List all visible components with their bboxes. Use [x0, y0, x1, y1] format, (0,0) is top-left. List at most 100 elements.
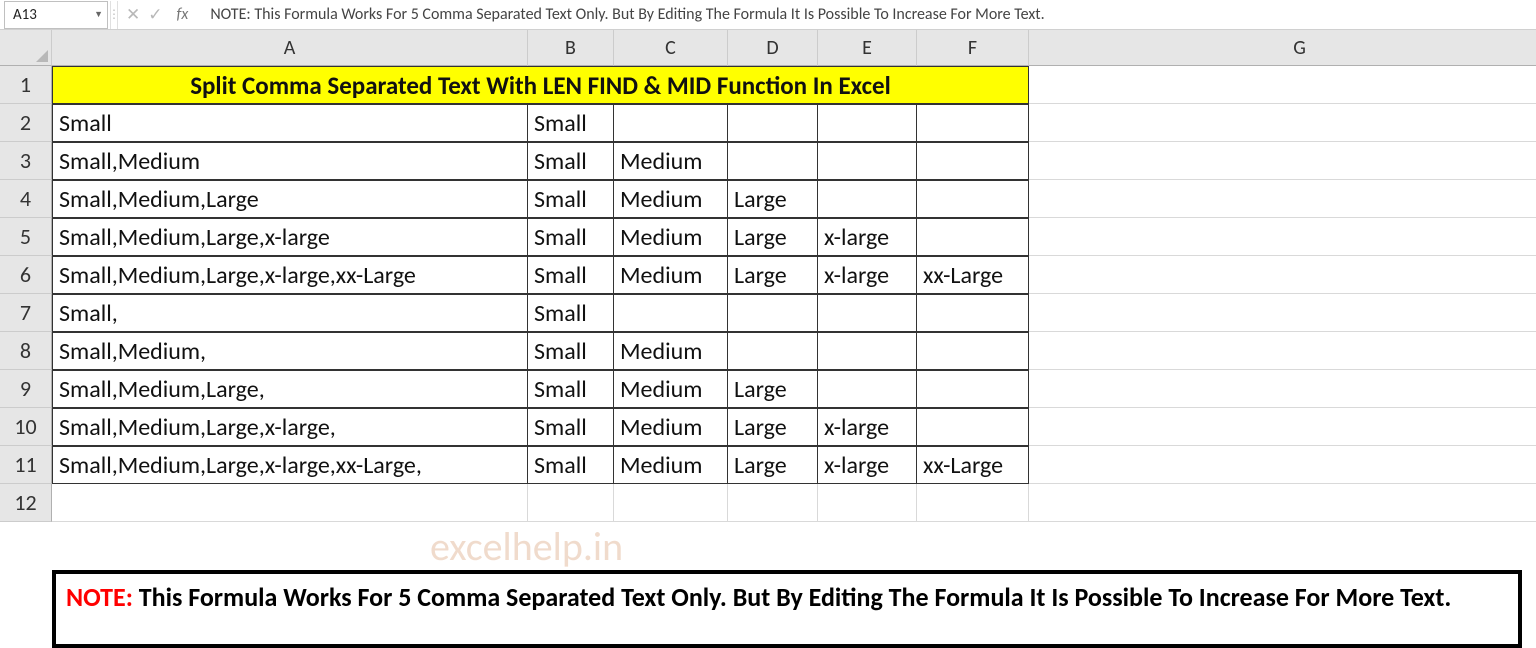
cell-B11[interactable]: Small	[528, 446, 614, 484]
col-header-A[interactable]: A	[52, 30, 528, 66]
cell-B7[interactable]: Small	[528, 294, 614, 332]
cell-F6[interactable]: xx-Large	[917, 256, 1029, 294]
cell-E3[interactable]	[818, 142, 917, 180]
cell-D3[interactable]	[728, 142, 818, 180]
cell-E6[interactable]: x-large	[818, 256, 917, 294]
cell-G6[interactable]	[1029, 256, 1536, 294]
cell-D2[interactable]	[728, 104, 818, 142]
cell-B12[interactable]	[528, 484, 614, 522]
cell-A4[interactable]: Small,Medium,Large	[52, 180, 528, 218]
cell-F4[interactable]	[917, 180, 1029, 218]
enter-icon[interactable]: ✓	[148, 4, 162, 25]
cell-B3[interactable]: Small	[528, 142, 614, 180]
cell-C3[interactable]: Medium	[614, 142, 728, 180]
cell-C4[interactable]: Medium	[614, 180, 728, 218]
cell-D8[interactable]	[728, 332, 818, 370]
cell-F5[interactable]	[917, 218, 1029, 256]
cell-E8[interactable]	[818, 332, 917, 370]
cell-G11[interactable]	[1029, 446, 1536, 484]
cell-G9[interactable]	[1029, 370, 1536, 408]
col-header-F[interactable]: F	[917, 30, 1029, 66]
cell-A9[interactable]: Small,Medium,Large,	[52, 370, 528, 408]
col-header-D[interactable]: D	[728, 30, 818, 66]
col-header-B[interactable]: B	[528, 30, 614, 66]
cell-C5[interactable]: Medium	[614, 218, 728, 256]
cell-F7[interactable]	[917, 294, 1029, 332]
col-header-C[interactable]: C	[614, 30, 728, 66]
row-header-6[interactable]: 6	[0, 256, 52, 294]
note-box[interactable]: NOTE: This Formula Works For 5 Comma Sep…	[52, 570, 1522, 648]
cancel-icon[interactable]: ✕	[126, 4, 140, 25]
name-box-dropdown-icon[interactable]: ▼	[94, 9, 103, 20]
row-header-9[interactable]: 9	[0, 370, 52, 408]
cell-A11[interactable]: Small,Medium,Large,x-large,xx-Large,	[52, 446, 528, 484]
cell-G1[interactable]	[1029, 66, 1536, 104]
cell-G8[interactable]	[1029, 332, 1536, 370]
cell-A2[interactable]: Small	[52, 104, 528, 142]
col-header-E[interactable]: E	[818, 30, 917, 66]
select-all-corner[interactable]	[0, 30, 52, 66]
row-header-8[interactable]: 8	[0, 332, 52, 370]
cell-D9[interactable]: Large	[728, 370, 818, 408]
cell-E10[interactable]: x-large	[818, 408, 917, 446]
cell-F11[interactable]: xx-Large	[917, 446, 1029, 484]
cell-G12[interactable]	[1029, 484, 1536, 522]
row-header-5[interactable]: 5	[0, 218, 52, 256]
cell-F12[interactable]	[917, 484, 1029, 522]
row-header-1[interactable]: 1	[0, 66, 52, 104]
cell-G2[interactable]	[1029, 104, 1536, 142]
cell-C11[interactable]: Medium	[614, 446, 728, 484]
cell-C2[interactable]	[614, 104, 728, 142]
cell-C12[interactable]	[614, 484, 728, 522]
cell-E2[interactable]	[818, 104, 917, 142]
cell-A5[interactable]: Small,Medium,Large,x-large	[52, 218, 528, 256]
cell-A3[interactable]: Small,Medium	[52, 142, 528, 180]
cell-G7[interactable]	[1029, 294, 1536, 332]
cell-B2[interactable]: Small	[528, 104, 614, 142]
cell-B4[interactable]: Small	[528, 180, 614, 218]
cell-D5[interactable]: Large	[728, 218, 818, 256]
col-header-G[interactable]: G	[1029, 30, 1536, 66]
cell-B9[interactable]: Small	[528, 370, 614, 408]
row-header-11[interactable]: 11	[0, 446, 52, 484]
cell-B6[interactable]: Small	[528, 256, 614, 294]
cell-C9[interactable]: Medium	[614, 370, 728, 408]
cell-C8[interactable]: Medium	[614, 332, 728, 370]
cell-G4[interactable]	[1029, 180, 1536, 218]
cell-D11[interactable]: Large	[728, 446, 818, 484]
cell-E12[interactable]	[818, 484, 917, 522]
row-header-2[interactable]: 2	[0, 104, 52, 142]
cell-F10[interactable]	[917, 408, 1029, 446]
cell-C6[interactable]: Medium	[614, 256, 728, 294]
cell-E7[interactable]	[818, 294, 917, 332]
cell-D10[interactable]: Large	[728, 408, 818, 446]
row-header-3[interactable]: 3	[0, 142, 52, 180]
cell-E9[interactable]	[818, 370, 917, 408]
cell-D6[interactable]: Large	[728, 256, 818, 294]
cell-C10[interactable]: Medium	[614, 408, 728, 446]
fx-icon[interactable]: fx	[171, 5, 195, 24]
cell-A12[interactable]	[52, 484, 528, 522]
row-header-4[interactable]: 4	[0, 180, 52, 218]
cell-E4[interactable]	[818, 180, 917, 218]
cell-B8[interactable]: Small	[528, 332, 614, 370]
cell-A1-F1-title[interactable]: Split Comma Separated Text With LEN FIND…	[52, 66, 1029, 104]
cell-F9[interactable]	[917, 370, 1029, 408]
cell-A10[interactable]: Small,Medium,Large,x-large,	[52, 408, 528, 446]
cell-G5[interactable]	[1029, 218, 1536, 256]
cell-A8[interactable]: Small,Medium,	[52, 332, 528, 370]
cell-F3[interactable]	[917, 142, 1029, 180]
cell-E5[interactable]: x-large	[818, 218, 917, 256]
cell-D7[interactable]	[728, 294, 818, 332]
row-header-12[interactable]: 12	[0, 484, 52, 522]
cell-A6[interactable]: Small,Medium,Large,x-large,xx-Large	[52, 256, 528, 294]
row-header-10[interactable]: 10	[0, 408, 52, 446]
cell-C7[interactable]	[614, 294, 728, 332]
cell-E11[interactable]: x-large	[818, 446, 917, 484]
cell-B5[interactable]: Small	[528, 218, 614, 256]
cell-D4[interactable]: Large	[728, 180, 818, 218]
cell-A7[interactable]: Small,	[52, 294, 528, 332]
cell-G3[interactable]	[1029, 142, 1536, 180]
name-box[interactable]: A13 ▼	[4, 1, 108, 29]
cell-G10[interactable]	[1029, 408, 1536, 446]
